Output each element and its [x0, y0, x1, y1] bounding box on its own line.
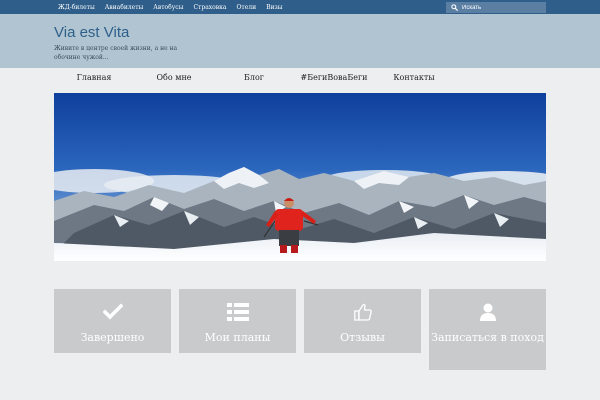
- search-box: [446, 2, 546, 13]
- topnav-item-visas[interactable]: Визы: [266, 4, 282, 11]
- search-icon[interactable]: [451, 4, 458, 11]
- site-tagline: Живите в центре своей жизни, а не на обо…: [54, 45, 178, 61]
- main-nav: Главная Обо мне Блог #БегиВоваБеги Конта…: [54, 68, 546, 88]
- list-icon: [179, 303, 296, 321]
- site-title[interactable]: Via est Vita: [54, 24, 129, 41]
- thumbs-up-icon: [304, 303, 421, 321]
- topnav-item-buses[interactable]: Автобусы: [153, 4, 183, 11]
- topnav-item-insurance[interactable]: Страховка: [193, 4, 226, 11]
- nav-item-run-vova-run[interactable]: #БегиВоваБеги: [294, 68, 374, 88]
- tile-completed[interactable]: Завершено: [54, 289, 171, 353]
- top-nav: ЖД-билеты Авиабилеты Автобусы Страховка …: [58, 0, 283, 14]
- topnav-item-air-tickets[interactable]: Авиабилеты: [105, 4, 144, 11]
- tile-reviews-label: Отзывы: [340, 331, 385, 344]
- checkmark-icon: [54, 303, 171, 321]
- tile-completed-label: Завершено: [80, 331, 145, 344]
- tile-sign-up-hike[interactable]: Записаться в поход: [429, 289, 546, 370]
- topnav-item-hotels[interactable]: Отели: [236, 4, 256, 11]
- site-header: Via est Vita Живите в центре своей жизни…: [0, 14, 600, 68]
- nav-item-blog[interactable]: Блог: [214, 68, 294, 88]
- topnav-item-train-tickets[interactable]: ЖД-билеты: [58, 4, 95, 11]
- hero-image: [54, 93, 546, 261]
- top-bar: ЖД-билеты Авиабилеты Автобусы Страховка …: [0, 0, 600, 14]
- nav-item-home[interactable]: Главная: [54, 68, 134, 88]
- tile-sign-up-hike-label: Записаться в поход: [431, 331, 544, 344]
- nav-item-contacts[interactable]: Контакты: [374, 68, 454, 88]
- tile-reviews[interactable]: Отзывы: [304, 289, 421, 353]
- search-input[interactable]: [462, 2, 542, 13]
- tile-my-plans-label: Мои планы: [204, 331, 271, 344]
- nav-item-about[interactable]: Обо мне: [134, 68, 214, 88]
- tile-my-plans[interactable]: Мои планы: [179, 289, 296, 353]
- user-icon: [429, 303, 546, 321]
